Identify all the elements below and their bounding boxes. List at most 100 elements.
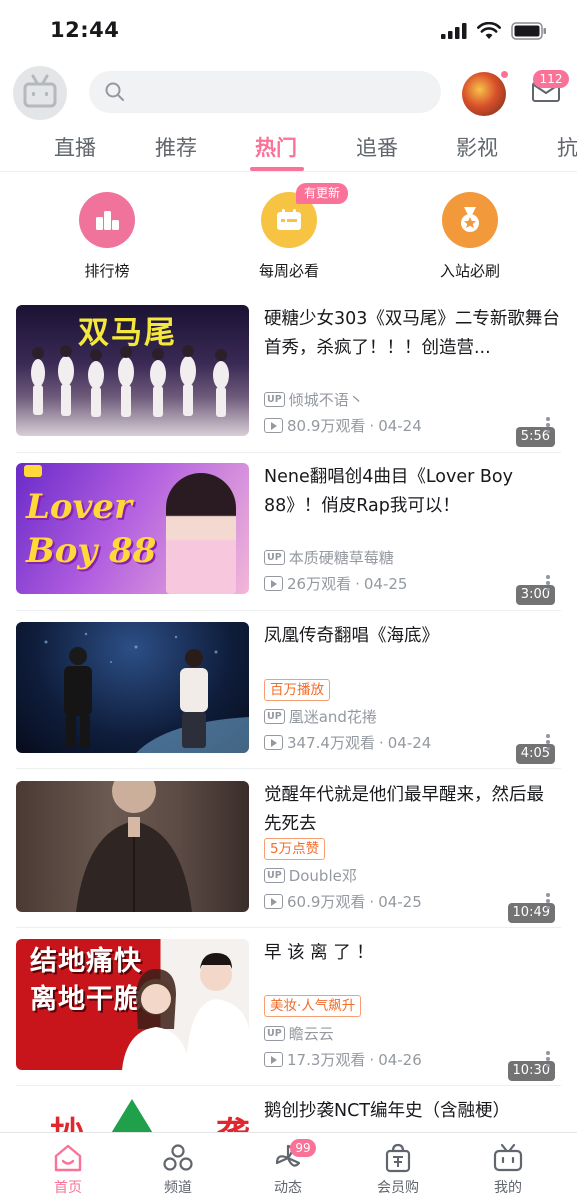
more-options-icon[interactable] [543, 732, 553, 752]
channel-icon [163, 1144, 193, 1171]
stage-singers-image [44, 632, 249, 753]
nav-channel[interactable]: 频道 [138, 1141, 218, 1197]
tab-live[interactable]: 直播 [54, 132, 96, 162]
search-icon [105, 82, 124, 101]
tab-film[interactable]: 影视 [456, 132, 498, 162]
status-icons [441, 22, 547, 40]
up-icon: UP [264, 868, 285, 883]
play-count-icon [264, 894, 283, 909]
video-thumbnail[interactable] [16, 781, 249, 912]
video-meta: 80.9万观看 · 04-24 [264, 415, 422, 436]
uploader-row[interactable]: UP 凰迷and花捲 [264, 706, 377, 727]
view-count: 17.3万观看 [287, 1051, 366, 1069]
dynamic-badge: 99 [290, 1139, 316, 1157]
video-tag: 百万播放 [264, 679, 330, 701]
up-icon: UP [264, 392, 285, 407]
home-icon [54, 1144, 82, 1172]
wifi-icon [477, 22, 501, 39]
video-card[interactable]: 10:49 觉醒年代就是他们最早醒来，然后最先死去 5万点赞 UP Double… [16, 781, 561, 929]
uploader-name: Double邓 [288, 867, 357, 885]
battery-icon [511, 22, 546, 40]
tab-recommend[interactable]: 推荐 [155, 132, 197, 162]
video-title[interactable]: 早 该 离 了 ！ [264, 939, 561, 968]
status-bar: 12:44 [0, 0, 577, 60]
video-title[interactable]: 凤凰传奇翻唱《海底》 [264, 622, 561, 651]
medal-icon [442, 192, 498, 248]
video-card[interactable]: 抄 袭 鹅创抄袭NCT编年史（含融梗） [16, 1097, 561, 1132]
couple-image [122, 953, 249, 1070]
divider [16, 1085, 561, 1086]
play-count-icon [264, 735, 283, 750]
more-options-icon[interactable] [543, 891, 553, 911]
video-card[interactable]: 4:05 凤凰传奇翻唱《海底》 百万播放 UP 凰迷and花捲 347.4万观看… [16, 622, 561, 770]
tab-more[interactable]: 抗 [557, 132, 577, 162]
more-options-icon[interactable] [543, 1049, 553, 1069]
shortcut-ranking[interactable]: 排行榜 [47, 190, 167, 281]
play-count-icon [264, 1052, 283, 1067]
video-thumbnail[interactable]: 抄 袭 [16, 1097, 249, 1132]
publish-date: 04-25 [363, 574, 408, 593]
video-thumbnail[interactable]: 结地痛快 离地干脆 [16, 939, 249, 1070]
uploader-row[interactable]: UP 瞻云云 [264, 1023, 334, 1044]
cellular-signal-icon [441, 23, 467, 39]
video-title[interactable]: 鹅创抄袭NCT编年史（含融梗） [264, 1097, 561, 1126]
search-input[interactable] [89, 71, 441, 113]
more-options-icon[interactable] [543, 573, 553, 593]
category-tabs: 直播 推荐 热门 追番 影视 抗 [0, 126, 577, 172]
uploader-name: 瞻云云 [288, 1025, 334, 1043]
stage-performers-image [31, 345, 229, 417]
nav-dynamic[interactable]: 99 动态 [248, 1139, 328, 1197]
tv-mascot-icon [23, 74, 57, 108]
video-card[interactable]: Lover Boy 88 3:00 Nene翻唱创4曲目《Lover Boy 8… [16, 463, 561, 611]
up-icon: UP [264, 1026, 285, 1041]
publish-date: 04-24 [378, 416, 422, 435]
divider [16, 768, 561, 769]
update-badge: 有更新 [296, 183, 349, 204]
divider [16, 610, 561, 611]
view-count: 80.9万观看 [287, 417, 366, 435]
play-count-icon [264, 418, 283, 433]
video-card[interactable]: 双马尾 5:56 硬糖少女303《双马尾》二专新歌舞台首秀，杀疯了！！！创造营.… [16, 305, 561, 453]
publish-date: 04-24 [387, 733, 432, 752]
video-title[interactable]: 觉醒年代就是他们最早醒来，然后最先死去 [264, 781, 561, 839]
notification-dot [500, 70, 509, 79]
nav-shop[interactable]: 会员购 [358, 1141, 438, 1197]
view-count: 60.9万观看 [287, 893, 366, 911]
triangle-logo-icon [111, 1099, 153, 1132]
tab-hot[interactable]: 热门 [255, 132, 297, 162]
nav-mine[interactable]: 我的 [468, 1141, 548, 1197]
top-header: 112 [0, 60, 577, 126]
ranking-icon [79, 192, 135, 248]
video-thumbnail[interactable]: 双马尾 [16, 305, 249, 436]
uploader-row[interactable]: UP 倾城不语丶 [264, 389, 364, 410]
user-avatar[interactable] [13, 66, 67, 120]
up-icon: UP [264, 550, 285, 565]
video-thumbnail[interactable]: Lover Boy 88 [16, 463, 249, 594]
view-count: 26万观看 [287, 575, 352, 593]
bottom-tab-bar: 首页 频道 99 动态 会员购 我的 [0, 1132, 577, 1200]
video-meta: 347.4万观看 · 04-24 [264, 732, 431, 753]
video-meta: 26万观看 · 04-25 [264, 573, 407, 594]
thumbnail-person [166, 473, 236, 594]
tab-anime[interactable]: 追番 [356, 132, 398, 162]
video-card[interactable]: 结地痛快 离地干脆 10:30 早 该 离 了 ！ 美妆·人气飙升 UP 瞻云云… [16, 939, 561, 1087]
video-meta: 17.3万观看 · 04-26 [264, 1049, 422, 1070]
uploader-name: 本质硬糖草莓糖 [288, 549, 394, 567]
nav-home[interactable]: 首页 [28, 1141, 108, 1197]
uploader-row[interactable]: UP Double邓 [264, 865, 357, 886]
video-tag: 美妆·人气飙升 [264, 995, 362, 1017]
video-title[interactable]: Nene翻唱创4曲目《Lover Boy 88》！俏皮Rap我可以！ [264, 463, 561, 521]
uploader-name: 倾城不语丶 [288, 391, 364, 409]
shop-icon [385, 1143, 411, 1173]
video-thumbnail[interactable] [16, 622, 249, 753]
video-meta: 60.9万观看 · 04-25 [264, 891, 422, 912]
active-tab-indicator [250, 167, 304, 171]
video-title[interactable]: 硬糖少女303《双马尾》二专新歌舞台首秀，杀疯了！！！创造营... [264, 305, 561, 363]
play-count-icon [264, 576, 283, 591]
divider [16, 927, 561, 928]
video-tag: 5万点赞 [264, 838, 326, 860]
game-center-avatar[interactable] [462, 72, 506, 116]
more-options-icon[interactable] [543, 415, 553, 435]
uploader-row[interactable]: UP 本质硬糖草莓糖 [264, 547, 394, 568]
shortcut-must-watch[interactable]: 入站必刷 [410, 190, 530, 281]
